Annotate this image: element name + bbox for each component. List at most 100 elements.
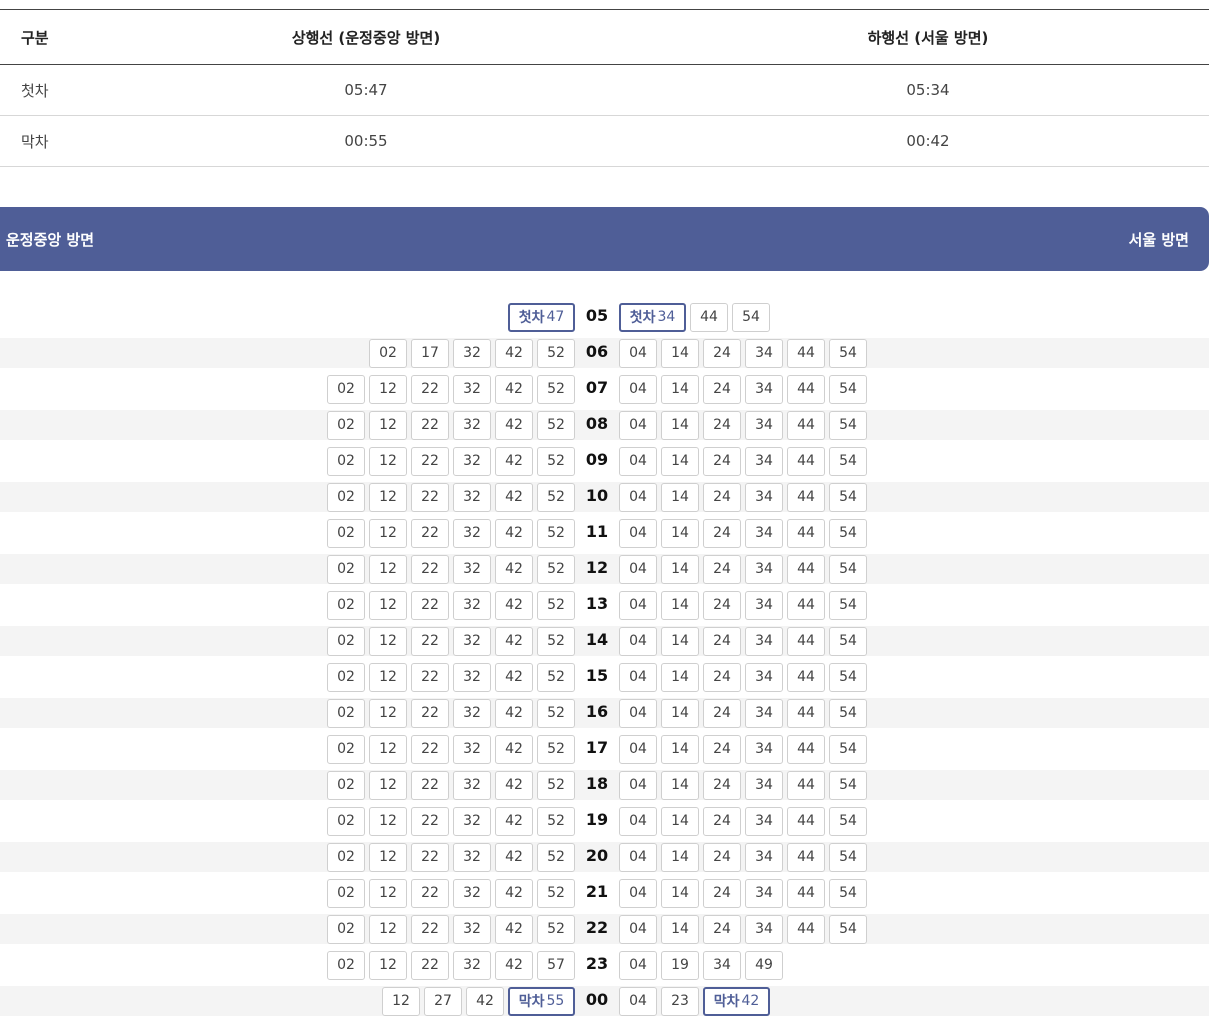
up-minute-cell: 42	[495, 554, 533, 584]
up-minute-cell: 12	[369, 878, 407, 908]
up-minute-cell: 42	[495, 878, 533, 908]
down-line-minutes: 04 14 24 34 44 54	[619, 371, 867, 407]
down-minute-cell: 04	[619, 842, 657, 872]
hour-label: 09	[585, 450, 609, 469]
down-minute-cell: 24	[703, 770, 741, 800]
timetable-row: 02 12 22 32 42 52 12 04 14 24 34 44 54	[0, 551, 1209, 587]
down-minute-cell: 04	[619, 626, 657, 656]
up-minute-cell: 32	[453, 626, 491, 656]
up-line-minutes: 02 12 22 32 42 52	[327, 479, 575, 515]
down-minute-cell: 34	[745, 626, 783, 656]
timetable-row: 02 12 22 32 42 52 19 04 14 24 34 44 54	[0, 803, 1209, 839]
down-minute-cell: 34	[745, 338, 783, 368]
timetable-row: 02 12 22 32 42 52 09 04 14 24 34 44 54	[0, 443, 1209, 479]
down-minute-cell: 24	[703, 734, 741, 764]
down-minute-cell: 24	[703, 698, 741, 728]
down-line-minutes: 04 14 24 34 44 54	[619, 731, 867, 767]
hour-label: 17	[585, 738, 609, 757]
up-minute-cell: 42	[495, 950, 533, 980]
up-minute-cell: 22	[411, 842, 449, 872]
down-minute-cell: 14	[661, 698, 699, 728]
up-minute-cell: 12	[369, 410, 407, 440]
down-line-minutes: 04 23 막차 42	[619, 983, 770, 1019]
up-line-minutes: 02 12 22 32 42 52	[327, 659, 575, 695]
down-minute-cell: 34	[745, 374, 783, 404]
down-minute-cell: 14	[661, 338, 699, 368]
down-minute-cell: 44	[787, 914, 825, 944]
down-minute-cell: 44	[787, 734, 825, 764]
up-minute-cell: 12	[369, 374, 407, 404]
down-minute-cell: 04	[619, 914, 657, 944]
up-minute-cell: 52	[537, 626, 575, 656]
down-minute-cell: 04	[619, 770, 657, 800]
up-minute-cell: 12	[369, 698, 407, 728]
down-minute-cell: 19	[661, 950, 699, 980]
hour-label: 13	[585, 594, 609, 613]
timetable-row: 02 12 22 32 42 52 14 04 14 24 34 44 54	[0, 623, 1209, 659]
up-minute-cell: 02	[327, 590, 365, 620]
down-line-minutes: 04 14 24 34 44 54	[619, 479, 867, 515]
down-minute-cell: 44	[787, 410, 825, 440]
down-minute-cell: 34	[745, 554, 783, 584]
up-line-minutes: 02 12 22 32 42 52	[327, 623, 575, 659]
hour-label: 19	[585, 810, 609, 829]
up-minute-cell: 32	[453, 374, 491, 404]
header-down-line: 하행선 (서울 방면)	[867, 28, 989, 47]
train-tag: 막차	[518, 994, 545, 1010]
down-minute-cell: 14	[661, 482, 699, 512]
down-minute-cell: 23	[661, 986, 699, 1016]
down-minute-cell: 24	[703, 590, 741, 620]
down-line-minutes: 04 14 24 34 44 54	[619, 803, 867, 839]
timetable-row: 12 27 42 막차 55 00 04 23 막차 42	[0, 983, 1209, 1019]
up-minute-cell: 32	[453, 518, 491, 548]
hour-label: 20	[585, 846, 609, 865]
up-minute-cell: 42	[495, 410, 533, 440]
up-minute-cell: 42	[495, 338, 533, 368]
up-minute-cell: 42	[495, 734, 533, 764]
up-line-minutes: 02 12 22 32 42 52	[327, 371, 575, 407]
timetable-row: 02 12 22 32 42 52 13 04 14 24 34 44 54	[0, 587, 1209, 623]
down-minute-cell: 49	[745, 950, 783, 980]
timetable-row: 02 12 22 32 42 52 22 04 14 24 34 44 54	[0, 911, 1209, 947]
down-minute-cell: 14	[661, 806, 699, 836]
down-minute-cell: 44	[787, 878, 825, 908]
first-last-train-table: 구분 상행선 (운정중앙 방면) 하행선 (서울 방면) 첫차 05:47 05…	[0, 9, 1209, 167]
up-minute-cell: 32	[453, 482, 491, 512]
down-special-train-cell: 막차 42	[703, 986, 770, 1016]
timetable-row: 02 12 22 32 42 52 16 04 14 24 34 44 54	[0, 695, 1209, 731]
down-minute-cell: 44	[787, 554, 825, 584]
timetable-row: 02 12 22 32 42 52 15 04 14 24 34 44 54	[0, 659, 1209, 695]
up-last-time: 00:55	[344, 132, 388, 150]
down-minute-cell: 54	[829, 770, 867, 800]
up-minute-cell: 22	[411, 662, 449, 692]
down-minute-cell: 34	[745, 482, 783, 512]
up-minute-cell: 22	[411, 446, 449, 476]
up-minute-cell: 02	[327, 734, 365, 764]
down-minute-cell: 04	[619, 878, 657, 908]
up-minute-cell: 32	[453, 842, 491, 872]
timetable-row: 02 12 22 32 42 52 08 04 14 24 34 44 54	[0, 407, 1209, 443]
up-minute-cell: 52	[537, 446, 575, 476]
up-minute-cell: 52	[537, 338, 575, 368]
down-minute-cell: 34	[745, 698, 783, 728]
train-tag: 첫차	[518, 310, 545, 326]
up-line-minutes: 02 12 22 32 42 52	[327, 443, 575, 479]
down-minute-cell: 44	[787, 374, 825, 404]
up-minute-cell: 22	[411, 806, 449, 836]
up-line-minutes: 02 12 22 32 42 52	[327, 803, 575, 839]
down-minute-cell: 34	[745, 806, 783, 836]
up-special-train-cell: 첫차 47	[508, 302, 575, 332]
down-minute-cell: 14	[661, 878, 699, 908]
down-minute-cell: 14	[661, 626, 699, 656]
down-line-minutes: 04 14 24 34 44 54	[619, 659, 867, 695]
train-minute: 42	[741, 993, 760, 1009]
up-minute-cell: 22	[411, 374, 449, 404]
up-line-minutes: 02 12 22 32 42 52	[327, 839, 575, 875]
up-minute-cell: 12	[369, 446, 407, 476]
up-minute-cell: 52	[537, 590, 575, 620]
up-minute-cell: 52	[537, 842, 575, 872]
down-minute-cell: 54	[829, 482, 867, 512]
up-line-minutes: 첫차 47	[508, 299, 575, 335]
up-minute-cell: 22	[411, 626, 449, 656]
down-minute-cell: 54	[829, 878, 867, 908]
